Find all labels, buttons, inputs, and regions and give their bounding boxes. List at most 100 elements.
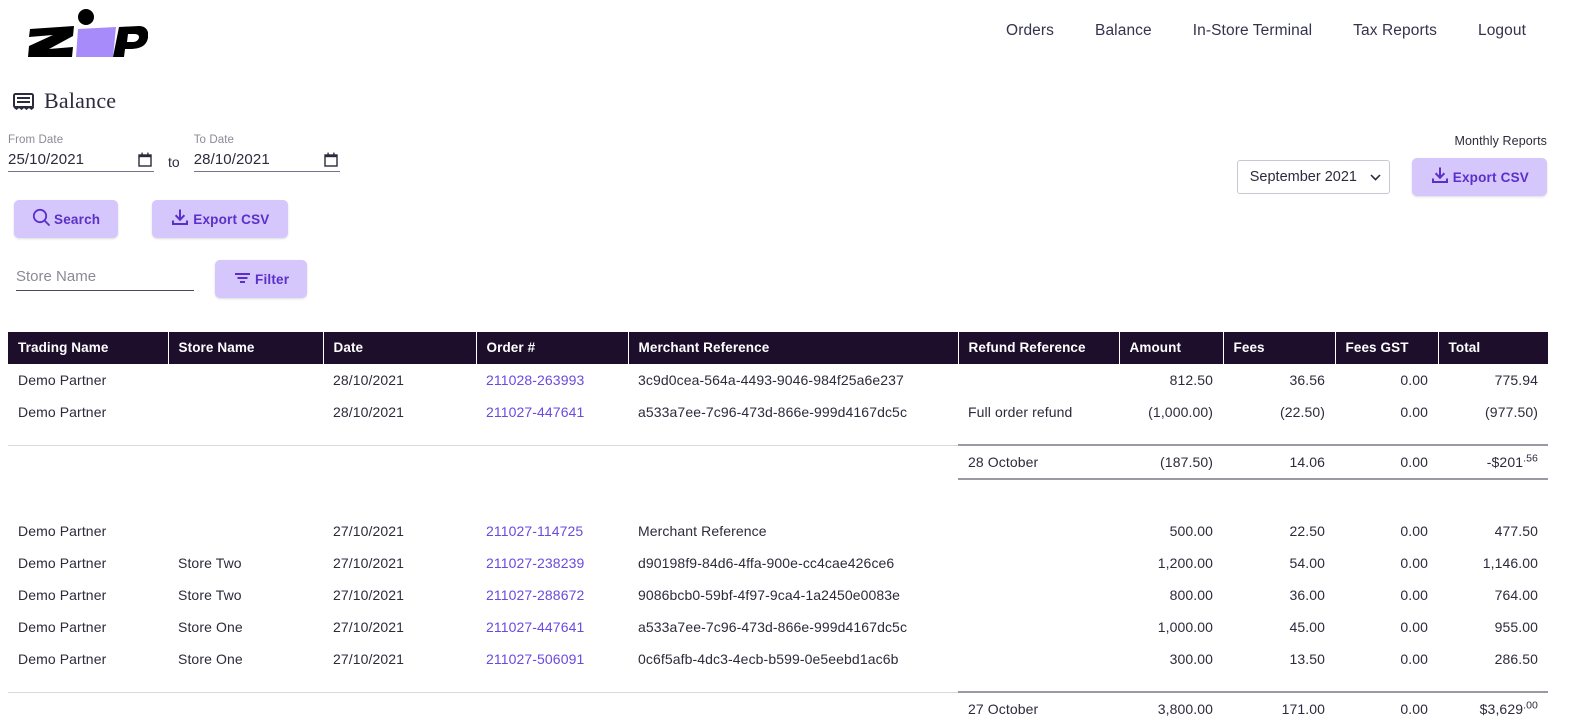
cell-store-name: Store Two bbox=[178, 555, 242, 571]
monthly-export-csv-button[interactable]: Export CSV bbox=[1411, 158, 1547, 196]
order-link[interactable]: 211028-263993 bbox=[486, 372, 584, 388]
zip-logo[interactable] bbox=[16, 9, 148, 57]
export-csv-button[interactable]: Export CSV bbox=[152, 200, 288, 238]
table-row[interactable]: Demo Partner Store One 27/10/2021 211027… bbox=[8, 611, 1548, 643]
to-date-field[interactable]: To Date 28/10/2021 bbox=[193, 134, 340, 172]
cell-merchant-reference: 3c9d0cea-564a-4493-9046-984f25a6e237 bbox=[638, 372, 904, 388]
cell-amount: 300.00 bbox=[1169, 651, 1213, 667]
table-row[interactable]: Demo Partner Store Two 27/10/2021 211027… bbox=[8, 579, 1548, 611]
filter-button[interactable]: Filter bbox=[215, 260, 308, 298]
cell-order-number[interactable]: 211027-447641 bbox=[476, 396, 628, 428]
download-icon bbox=[170, 208, 190, 230]
table-row[interactable]: Demo Partner 28/10/2021 211027-447641 a5… bbox=[8, 396, 1548, 428]
cell-date: 27/10/2021 bbox=[333, 651, 405, 667]
cell-store-name: Store One bbox=[178, 651, 243, 667]
cell-total: 1,146.00 bbox=[1482, 555, 1538, 571]
cell-fees-gst: 0.00 bbox=[1400, 555, 1428, 571]
order-link[interactable]: 211027-447641 bbox=[486, 404, 584, 420]
cell-merchant-reference: Merchant Reference bbox=[638, 523, 767, 539]
cell-total: 955.00 bbox=[1494, 619, 1538, 635]
cell-amount: (1,000.00) bbox=[1148, 404, 1213, 420]
subtotal-total: -$201.56 bbox=[1438, 444, 1548, 480]
search-icon bbox=[32, 208, 51, 230]
order-link[interactable]: 211027-288672 bbox=[486, 587, 584, 603]
subtotal-total-cents: .00 bbox=[1523, 699, 1538, 712]
order-link[interactable]: 211027-114725 bbox=[486, 523, 583, 539]
cell-fees: 13.50 bbox=[1289, 651, 1325, 667]
nav-item-orders[interactable]: Orders bbox=[1006, 22, 1054, 40]
table-row[interactable]: Demo Partner 27/10/2021 211027-114725 Me… bbox=[8, 515, 1548, 547]
subtotal-label: 28 October bbox=[958, 444, 1119, 480]
cell-order-number[interactable]: 211027-114725 bbox=[476, 515, 628, 547]
nav-item-logout[interactable]: Logout bbox=[1478, 22, 1526, 40]
nav-item-balance[interactable]: Balance bbox=[1095, 22, 1152, 40]
cell-order-number[interactable]: 211028-263993 bbox=[476, 364, 628, 396]
from-date-label: From Date bbox=[8, 134, 64, 146]
group-divider bbox=[8, 675, 1548, 693]
order-link[interactable]: 211027-447641 bbox=[486, 619, 584, 635]
cell-refund-reference bbox=[958, 579, 1119, 611]
calendar-icon[interactable] bbox=[323, 152, 338, 167]
subtotal-fees: 14.06 bbox=[1223, 444, 1335, 480]
receipt-icon bbox=[12, 92, 34, 110]
store-name-input[interactable] bbox=[16, 267, 194, 291]
order-link[interactable]: 211027-238239 bbox=[486, 555, 584, 571]
search-button[interactable]: Search bbox=[14, 200, 119, 238]
export-csv-button-label: Export CSV bbox=[193, 211, 270, 227]
filter-actions-row: Search Export CSV bbox=[8, 200, 1589, 238]
cell-amount: 1,000.00 bbox=[1157, 619, 1213, 635]
cell-trading-name: Demo Partner bbox=[18, 619, 107, 635]
subtotal-amount: 3,800.00 bbox=[1119, 691, 1223, 716]
cell-refund-reference: Full order refund bbox=[968, 404, 1073, 420]
from-date-field[interactable]: From Date 25/10/2021 bbox=[8, 134, 154, 172]
column-header-order-number: Order # bbox=[476, 332, 629, 364]
table-row[interactable]: Demo Partner Store One 27/10/2021 211027… bbox=[8, 643, 1548, 675]
cell-total: (977.50) bbox=[1485, 404, 1538, 420]
column-header-amount: Amount bbox=[1119, 332, 1224, 364]
cell-date: 27/10/2021 bbox=[333, 555, 405, 571]
main-nav: Orders Balance In-Store Terminal Tax Rep… bbox=[1006, 22, 1589, 40]
table-row[interactable]: Demo Partner 28/10/2021 211028-263993 3c… bbox=[8, 364, 1548, 396]
to-date-value[interactable]: 28/10/2021 bbox=[194, 151, 270, 168]
cell-amount: 812.50 bbox=[1169, 372, 1213, 388]
cell-total: 764.00 bbox=[1494, 587, 1538, 603]
search-button-label: Search bbox=[54, 211, 101, 227]
order-link[interactable]: 211027-506091 bbox=[486, 651, 584, 667]
cell-total: 286.50 bbox=[1494, 651, 1538, 667]
table-row[interactable]: Demo Partner Store Two 27/10/2021 211027… bbox=[8, 547, 1548, 579]
subtotal-fees: 171.00 bbox=[1223, 691, 1335, 716]
column-header-fees-gst: Fees GST bbox=[1335, 332, 1439, 364]
column-header-store-name: Store Name bbox=[168, 332, 324, 364]
calendar-icon[interactable] bbox=[138, 152, 152, 167]
download-icon bbox=[1430, 166, 1450, 188]
cell-trading-name: Demo Partner bbox=[18, 587, 107, 603]
cell-merchant-reference: a533a7ee-7c96-473d-866e-999d4167dc5c bbox=[638, 404, 908, 420]
from-date-value[interactable]: 25/10/2021 bbox=[8, 151, 84, 168]
column-header-trading-name: Trading Name bbox=[8, 332, 169, 364]
cell-order-number[interactable]: 211027-447641 bbox=[476, 611, 628, 643]
cell-order-number[interactable]: 211027-506091 bbox=[476, 643, 628, 675]
filter-button-label: Filter bbox=[255, 271, 290, 287]
month-select[interactable]: September 2021 bbox=[1236, 160, 1390, 194]
page-title: Balance bbox=[44, 88, 117, 113]
page-title-row: Balance bbox=[0, 62, 1589, 114]
cell-fees: 36.56 bbox=[1289, 372, 1325, 388]
cell-store-name bbox=[168, 396, 323, 428]
cell-fees: 22.50 bbox=[1289, 523, 1325, 539]
cell-total: 775.94 bbox=[1494, 372, 1538, 388]
subtotal-total: $3,629.00 bbox=[1438, 691, 1548, 716]
month-select-wrapper[interactable]: September 2021 bbox=[1236, 160, 1390, 194]
cell-order-number[interactable]: 211027-288672 bbox=[476, 579, 628, 611]
cell-store-name bbox=[168, 515, 323, 547]
nav-item-in-store-terminal[interactable]: In-Store Terminal bbox=[1193, 22, 1312, 40]
balance-table-container: Trading Name Store Name Date Order # Mer… bbox=[0, 332, 1589, 716]
cell-date: 27/10/2021 bbox=[333, 523, 405, 539]
subtotal-amount: (187.50) bbox=[1119, 444, 1223, 480]
nav-item-tax-reports[interactable]: Tax Reports bbox=[1353, 22, 1437, 40]
date-range-separator: to bbox=[168, 154, 180, 170]
cell-fees-gst: 0.00 bbox=[1400, 523, 1428, 539]
cell-order-number[interactable]: 211027-238239 bbox=[476, 547, 628, 579]
cell-amount: 500.00 bbox=[1169, 523, 1213, 539]
cell-fees-gst: 0.00 bbox=[1400, 372, 1428, 388]
cell-fees-gst: 0.00 bbox=[1400, 404, 1428, 420]
